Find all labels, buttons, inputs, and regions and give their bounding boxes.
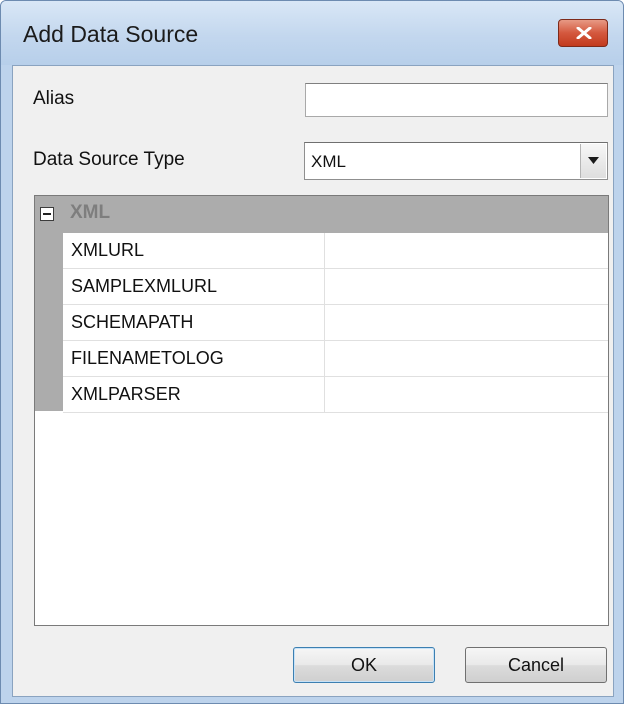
property-row[interactable]: XMLURL (63, 233, 608, 269)
property-row[interactable]: SCHEMAPATH (63, 305, 608, 341)
property-row[interactable]: XMLPARSER (63, 377, 608, 413)
property-row[interactable]: FILENAMETOLOG (63, 341, 608, 377)
alias-input[interactable] (305, 83, 608, 117)
data-source-type-value: XML (311, 152, 346, 171)
column-divider (324, 377, 325, 413)
close-button[interactable] (558, 19, 608, 47)
close-x-icon (576, 27, 592, 39)
title-bar[interactable]: Add Data Source (1, 1, 623, 65)
collapse-minus-icon[interactable] (40, 207, 54, 221)
dialog-title: Add Data Source (23, 21, 199, 47)
property-name: SCHEMAPATH (71, 312, 194, 332)
category-label: XML (70, 202, 111, 223)
column-divider (324, 305, 325, 341)
alias-label: Alias (33, 88, 75, 109)
data-source-type-select[interactable]: XML (304, 142, 608, 180)
property-name: SAMPLEXMLURL (71, 276, 218, 296)
add-data-source-dialog: Add Data Source Alias Data Source Type X… (0, 0, 624, 704)
data-source-type-label: Data Source Type (33, 149, 185, 170)
property-row[interactable]: SAMPLEXMLURL (63, 269, 608, 305)
property-name: XMLURL (71, 240, 145, 260)
column-divider (324, 269, 325, 305)
column-divider (324, 341, 325, 377)
property-name: XMLPARSER (71, 384, 181, 404)
dropdown-button[interactable] (580, 144, 606, 178)
ok-button[interactable]: OK (293, 647, 435, 683)
property-grid[interactable]: XML XMLURL SAMPLEXMLURL SCHEMAPATH FILEN… (34, 195, 609, 626)
column-divider (324, 233, 325, 269)
property-grid-margin (35, 233, 63, 411)
cancel-button[interactable]: Cancel (465, 647, 607, 683)
property-name: FILENAMETOLOG (71, 348, 224, 368)
dialog-body: Alias Data Source Type XML XML XMLURL SA (12, 65, 614, 697)
category-row-xml[interactable]: XML (35, 196, 608, 233)
dropdown-arrow-icon (588, 157, 599, 164)
